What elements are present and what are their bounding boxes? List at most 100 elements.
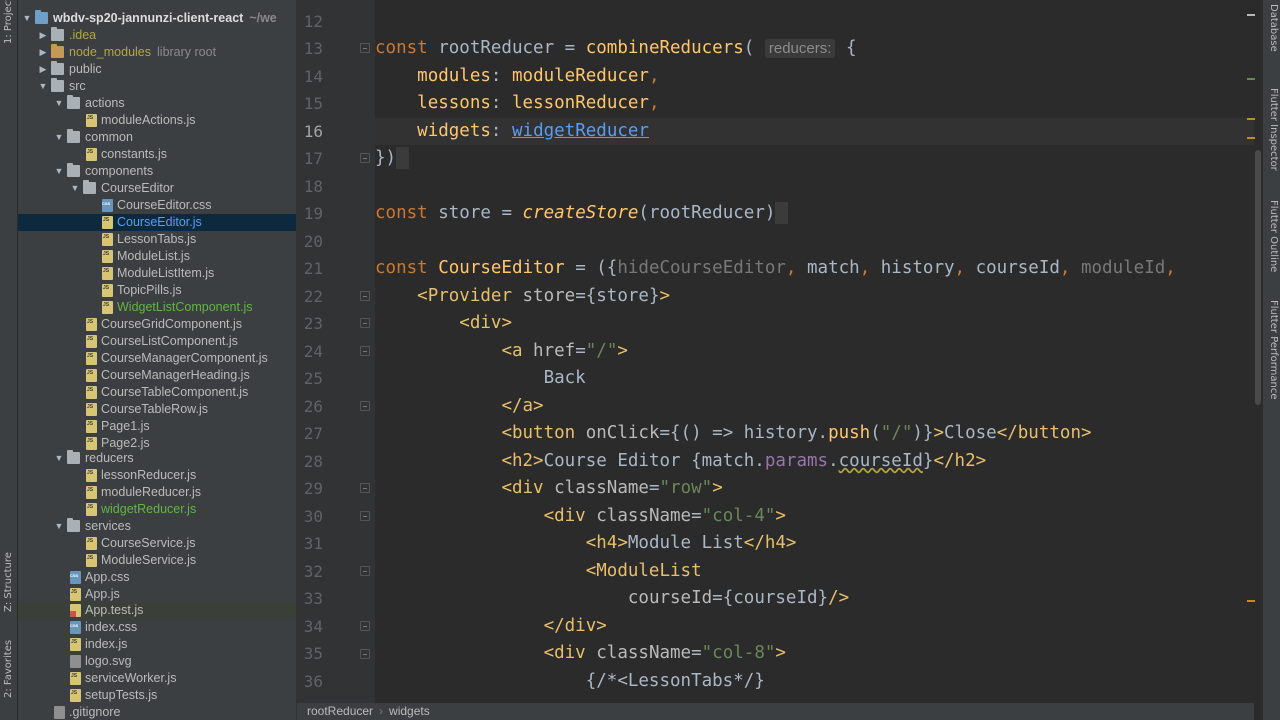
code-line-15[interactable]: lessons: lessonReducer, (375, 90, 659, 117)
code-line-32[interactable]: <ModuleList (375, 558, 702, 585)
tree-root[interactable]: ▼ wbdv-sp20-jannunzi-client-react ~/we (18, 10, 296, 27)
reference-link[interactable]: widgetReducer (512, 121, 649, 141)
tree-item[interactable]: CourseService.js (18, 533, 296, 552)
code-line-17[interactable]: })​ (375, 145, 409, 172)
tree-item[interactable]: CourseEditor.css (18, 195, 296, 214)
tree-item[interactable]: LessonTabs.js (18, 229, 296, 248)
code-line-28[interactable]: <h2>Course Editor {match.params.courseId… (375, 448, 986, 475)
tree-label: CourseManagerComponent.js (101, 351, 268, 365)
tree-item[interactable]: ▼ services (18, 518, 296, 535)
tree-item[interactable]: ▼ actions (18, 95, 296, 112)
tree-item[interactable]: CourseManagerHeading.js (18, 365, 296, 384)
chevron-right-icon[interactable]: ▶ (38, 61, 48, 78)
tree-item[interactable]: moduleReducer.js (18, 482, 296, 501)
tree-label: moduleReducer.js (101, 485, 202, 499)
code-line-24[interactable]: <a href="/"> (375, 338, 627, 365)
code-line-14[interactable]: modules: moduleReducer, (375, 63, 659, 90)
tree-item[interactable]: ▼ CourseEditor (18, 180, 296, 197)
chevron-down-icon[interactable]: ▼ (70, 180, 80, 197)
tree-item[interactable]: ▶ public (18, 61, 296, 78)
warning-marker[interactable] (1247, 118, 1255, 120)
tree-item[interactable]: ModuleList.js (18, 246, 296, 265)
tree-item[interactable]: index.css (18, 617, 296, 636)
code-line-36[interactable]: {/*<LessonTabs*/} (375, 668, 765, 695)
tree-item[interactable]: App.test.js (18, 602, 296, 619)
tree-item[interactable]: widgetReducer.js (18, 499, 296, 518)
tree-item[interactable]: CourseManagerComponent.js (18, 348, 296, 367)
editor-scrollbar[interactable] (1254, 0, 1262, 703)
error-stripe-marker[interactable] (1247, 14, 1255, 16)
fold-marker[interactable] (360, 291, 370, 301)
fold-marker[interactable] (360, 153, 370, 163)
code-line-23[interactable]: <div> (375, 310, 512, 337)
code-line-34[interactable]: </div> (375, 613, 607, 640)
tree-item[interactable]: Page1.js (18, 416, 296, 435)
fold-marker[interactable] (360, 649, 370, 659)
tree-item[interactable]: ModuleService.js (18, 550, 296, 569)
tree-item[interactable]: ModuleListItem.js (18, 263, 296, 282)
tree-item[interactable]: ▶ .idea (18, 27, 296, 44)
chevron-down-icon[interactable]: ▼ (38, 78, 48, 95)
tree-item[interactable]: CourseTableRow.js (18, 399, 296, 418)
warning-marker[interactable] (1247, 600, 1255, 602)
tree-item[interactable]: App.js (18, 584, 296, 603)
code-line-22[interactable]: <Provider store={store}> (375, 283, 670, 310)
code-line-30[interactable]: <div className="col-4"> (375, 503, 786, 530)
code-line-33[interactable]: courseId={courseId}/> (375, 585, 849, 612)
tree-item[interactable]: moduleActions.js (18, 110, 296, 129)
code-line-35[interactable]: <div className="col-8"> (375, 640, 786, 667)
breadcrumb-item[interactable]: rootReducer (307, 704, 373, 718)
breadcrumb-item[interactable]: widgets (389, 704, 430, 718)
code-line-27[interactable]: <button onClick={() => history.push("/")… (375, 420, 1091, 447)
chevron-right-icon[interactable]: ▶ (38, 44, 48, 61)
chevron-down-icon[interactable]: ▼ (54, 129, 64, 146)
fold-marker[interactable] (360, 401, 370, 411)
fold-marker[interactable] (360, 621, 370, 631)
code-line-16[interactable]: widgets: widgetReducer (375, 118, 649, 145)
tree-item[interactable]: WidgetListComponent.js (18, 297, 296, 316)
tree-item[interactable]: ▼ src (18, 78, 296, 95)
fold-marker[interactable] (360, 511, 370, 521)
tree-item[interactable]: ▼ common (18, 129, 296, 146)
tree-item[interactable]: CourseTableComponent.js (18, 382, 296, 401)
scrollbar-thumb[interactable] (1255, 150, 1261, 405)
code-line-19[interactable]: const store = createStore(rootReducer)​ (375, 200, 788, 227)
code-line-25[interactable]: Back (375, 365, 586, 392)
tree-item-selected[interactable]: CourseEditor.js (18, 212, 296, 231)
fold-marker[interactable] (360, 566, 370, 576)
code-line-26[interactable]: </a> (375, 393, 543, 420)
code-line-21[interactable]: const CourseEditor = ({hideCourseEditor,… (375, 255, 1176, 282)
js-file-icon (86, 365, 97, 382)
tree-item[interactable]: ▶ node_modules library root (18, 44, 296, 61)
code-editor[interactable]: 12 13 14 15 16 17 18 19 20 21 22 23 24 2… (297, 0, 1254, 703)
chevron-down-icon[interactable]: ▼ (54, 163, 64, 180)
tree-item[interactable]: constants.js (18, 144, 296, 163)
tree-item[interactable]: setupTests.js (18, 685, 296, 704)
fold-marker[interactable] (360, 43, 370, 53)
fold-marker[interactable] (360, 483, 370, 493)
chevron-right-icon[interactable]: ▶ (38, 27, 48, 44)
fold-marker[interactable] (360, 346, 370, 356)
tree-label: .gitignore (69, 705, 121, 719)
chevron-down-icon[interactable]: ▼ (22, 10, 32, 27)
tree-item[interactable]: index.js (18, 634, 296, 653)
tree-item[interactable]: logo.svg (18, 653, 296, 670)
warning-marker[interactable] (1247, 137, 1255, 139)
tree-item[interactable]: ▼ components (18, 163, 296, 180)
tree-item[interactable]: CourseListComponent.js (18, 331, 296, 350)
tree-item[interactable]: CourseGridComponent.js (18, 314, 296, 333)
chevron-down-icon[interactable]: ▼ (54, 450, 64, 467)
tree-item[interactable]: .gitignore (18, 704, 296, 720)
code-line-29[interactable]: <div className="row"> (375, 475, 722, 502)
tree-item[interactable]: App.css (18, 567, 296, 586)
code-line-31[interactable]: <h4>Module List</h4> (375, 530, 797, 557)
tree-item[interactable]: ▼ reducers (18, 450, 296, 467)
chevron-down-icon[interactable]: ▼ (54, 95, 64, 112)
change-marker[interactable] (1247, 78, 1255, 80)
tree-item[interactable]: lessonReducer.js (18, 465, 296, 484)
tree-item[interactable]: serviceWorker.js (18, 668, 296, 687)
tree-item[interactable]: TopicPills.js (18, 280, 296, 299)
chevron-down-icon[interactable]: ▼ (54, 518, 64, 535)
code-line-13[interactable]: const rootReducer = combineReducers( red… (375, 35, 856, 62)
fold-marker[interactable] (360, 318, 370, 328)
